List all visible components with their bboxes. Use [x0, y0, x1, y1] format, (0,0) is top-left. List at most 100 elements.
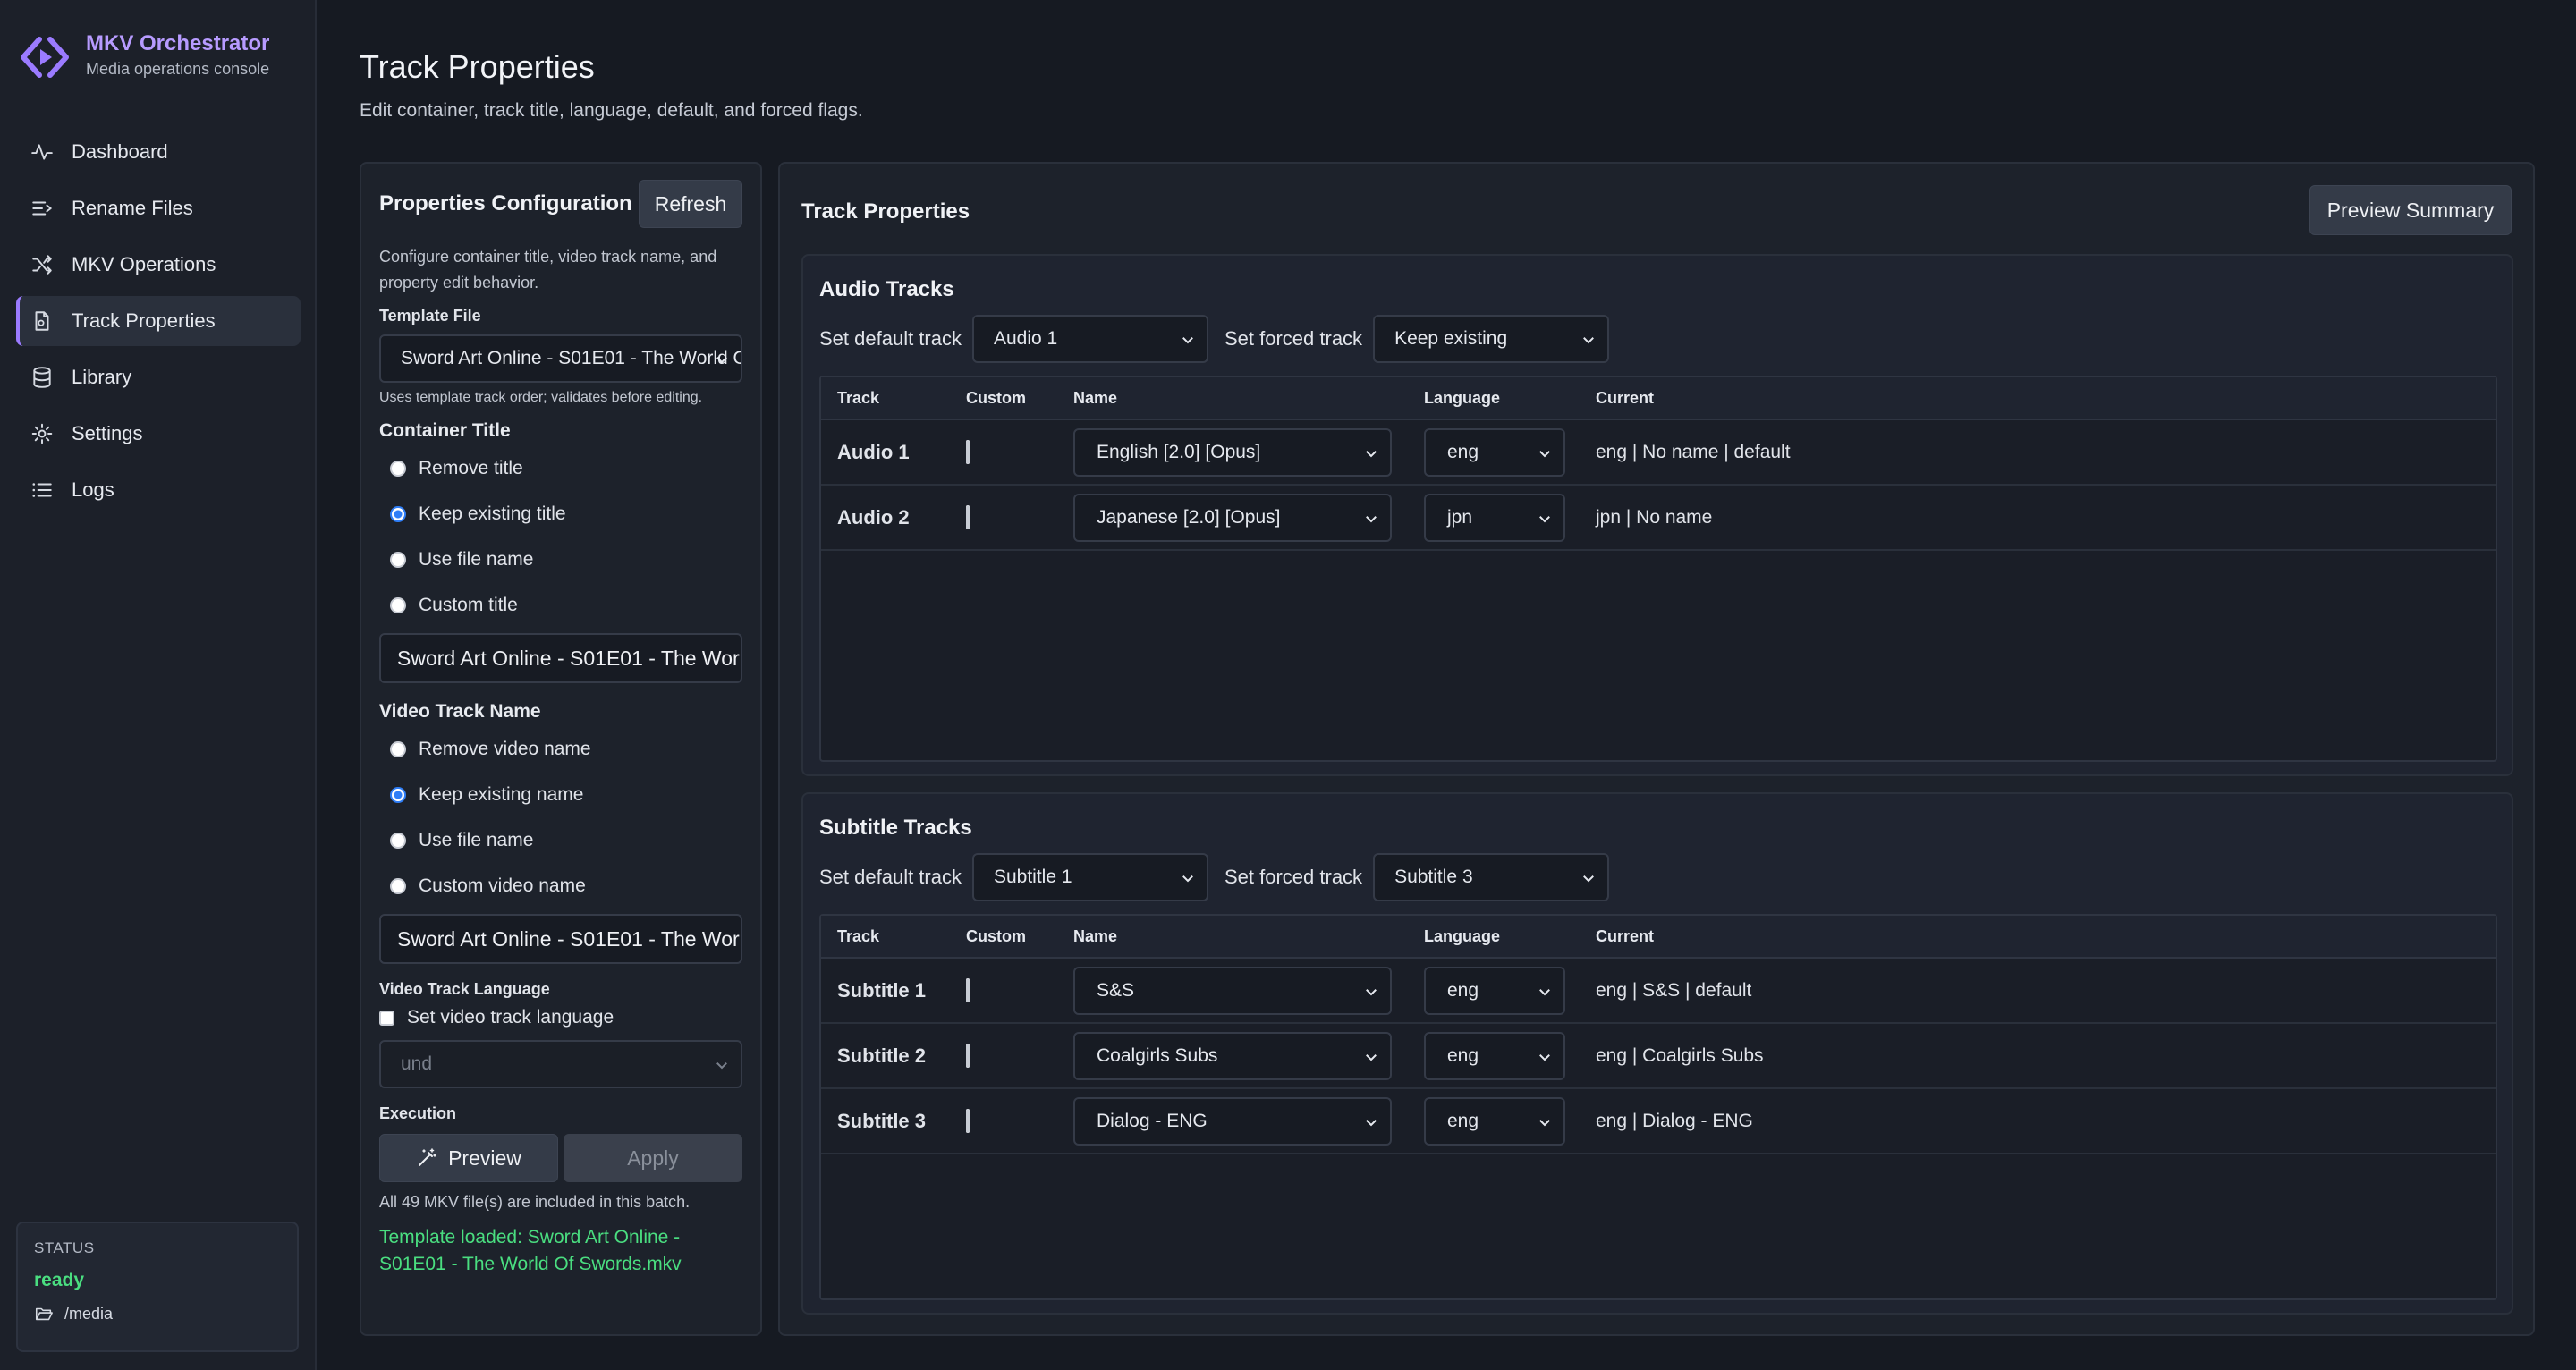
video-track-name-label: Video Track Name: [379, 701, 541, 722]
brand: MKV Orchestrator Media operations consol…: [20, 30, 269, 82]
track-language-select[interactable]: eng: [1424, 427, 1565, 477]
audio-tracks-table: Track Custom Name Language Current Audio…: [819, 376, 2497, 762]
radio-remove-title[interactable]: Remove title: [379, 445, 742, 491]
track-id: Audio 2: [837, 505, 910, 529]
track-language-select[interactable]: eng: [1424, 1096, 1565, 1146]
sidebar-item-label: Dashboard: [72, 140, 168, 163]
file-settings-icon: [35, 311, 49, 331]
sidebar-item-rename-files[interactable]: Rename Files: [16, 183, 301, 233]
radio-button[interactable]: [390, 596, 406, 613]
table-header: Track Custom Name Language Current: [821, 377, 2496, 420]
radio-keep-existing-title[interactable]: Keep existing title: [379, 491, 742, 537]
table-row: Subtitle 3 Dialog - ENG eng eng | Dialog…: [821, 1089, 2496, 1154]
track-properties-title: Track Properties: [801, 199, 970, 224]
radio-keep-existing-name[interactable]: Keep existing name: [379, 772, 742, 817]
radio-button[interactable]: [390, 460, 406, 477]
rename-list-icon: [32, 201, 52, 216]
magic-wand-icon: [419, 1148, 436, 1166]
subtitle-forced-track-select[interactable]: Subtitle 3: [1373, 853, 1610, 901]
page-title: Track Properties: [360, 48, 595, 85]
table-header: Track Custom Name Language Current: [821, 916, 2496, 959]
refresh-button[interactable]: Refresh: [639, 180, 742, 228]
radio-custom-title[interactable]: Custom title: [379, 582, 742, 628]
track-name-select[interactable]: Dialog - ENG: [1073, 1096, 1392, 1146]
audio-default-track-select[interactable]: Audio 1: [971, 315, 1208, 363]
custom-checkbox[interactable]: [966, 1108, 970, 1133]
sidebar-item-track-properties[interactable]: Track Properties: [16, 296, 301, 346]
radio-button-selected[interactable]: [390, 505, 406, 522]
track-current: eng | S&S | default: [1596, 979, 1752, 1001]
apply-button[interactable]: Apply: [564, 1134, 742, 1182]
radio-button[interactable]: [390, 832, 406, 849]
template-loaded-message: Template loaded: Sword Art Online - S01E…: [379, 1227, 682, 1274]
radio-button-selected[interactable]: [390, 786, 406, 803]
track-id: Subtitle 3: [837, 1109, 927, 1132]
track-language-select[interactable]: jpn: [1424, 493, 1565, 542]
custom-video-name-input[interactable]: Sword Art Online - S01E01 - The World Of…: [379, 914, 742, 964]
track-language-select[interactable]: eng: [1424, 966, 1565, 1015]
template-file-select[interactable]: Sword Art Online - S01E01 - The World Of…: [379, 334, 742, 383]
sidebar-item-label: Logs: [72, 478, 114, 501]
custom-checkbox[interactable]: [966, 1043, 970, 1068]
folder-open-icon: [35, 1307, 53, 1321]
chevron-down-icon: [1366, 450, 1377, 457]
audio-forced-track-select[interactable]: Keep existing: [1373, 315, 1610, 363]
sidebar-item-mkv-operations[interactable]: MKV Operations: [16, 240, 301, 290]
chevron-down-icon: [1366, 515, 1377, 522]
database-icon: [33, 367, 51, 388]
video-language-select[interactable]: und: [379, 1040, 742, 1088]
track-language-select[interactable]: eng: [1424, 1031, 1565, 1080]
sidebar-item-settings[interactable]: Settings: [16, 409, 301, 459]
radio-use-file-name[interactable]: Use file name: [379, 537, 742, 582]
custom-checkbox[interactable]: [966, 977, 970, 1002]
track-current: jpn | No name: [1596, 506, 1713, 528]
track-name-select[interactable]: Coalgirls Subs: [1073, 1031, 1392, 1080]
radio-video-use-file-name[interactable]: Use file name: [379, 817, 742, 863]
set-video-language-checkbox[interactable]: [379, 1010, 394, 1026]
sidebar-item-label: Rename Files: [72, 197, 193, 219]
media-path: /media: [34, 1304, 281, 1323]
radio-button[interactable]: [390, 551, 406, 568]
chevron-down-icon: [1583, 875, 1595, 883]
sidebar-item-library[interactable]: Library: [16, 352, 301, 402]
status-label: STATUS: [34, 1239, 95, 1256]
track-name-select[interactable]: Japanese [2.0] [Opus]: [1073, 493, 1392, 542]
status-panel: STATUS ready /media: [16, 1222, 299, 1352]
track-id: Subtitle 2: [837, 1044, 927, 1067]
radio-button[interactable]: [390, 877, 406, 894]
subtitle-default-track-select[interactable]: Subtitle 1: [971, 853, 1208, 901]
chevron-down-icon: [716, 357, 727, 364]
preview-summary-button[interactable]: Preview Summary: [2309, 185, 2512, 235]
template-file-value: Sword Art Online - S01E01 - The World Of…: [401, 348, 741, 368]
custom-checkbox[interactable]: [966, 439, 970, 464]
table-row: Subtitle 2 Coalgirls Subs eng eng | Coal…: [821, 1024, 2496, 1089]
sidebar-item-label: Track Properties: [72, 309, 216, 332]
custom-title-input[interactable]: Sword Art Online - S01E01 - The World Of…: [379, 633, 742, 683]
sidebar-item-logs[interactable]: Logs: [16, 465, 301, 515]
table-row: Subtitle 1 S&S eng eng | S&S | default: [821, 959, 2496, 1024]
chevron-down-icon: [716, 1062, 727, 1070]
track-name-select[interactable]: S&S: [1073, 966, 1392, 1015]
chevron-down-icon: [1539, 988, 1550, 995]
chevron-down-icon: [1182, 875, 1193, 883]
video-track-language-label: Video Track Language: [379, 980, 550, 998]
chevron-down-icon: [1182, 337, 1193, 344]
track-name-select[interactable]: English [2.0] [Opus]: [1073, 427, 1392, 477]
table-row: Audio 1 English [2.0] [Opus] eng eng | N…: [821, 420, 2496, 486]
config-description: Configure container title, video track n…: [379, 248, 717, 292]
chevron-down-icon: [1539, 515, 1550, 522]
preview-button[interactable]: Preview: [379, 1134, 558, 1182]
activity-icon: [31, 144, 53, 160]
custom-checkbox[interactable]: [966, 504, 970, 529]
page-subtitle: Edit container, track title, language, d…: [360, 100, 863, 121]
radio-custom-video-name[interactable]: Custom video name: [379, 863, 742, 909]
app-title: MKV Orchestrator: [86, 31, 270, 55]
set-video-language-checkbox-row[interactable]: Set video track language: [379, 999, 742, 1036]
radio-button[interactable]: [390, 740, 406, 757]
status-value: ready: [34, 1270, 85, 1290]
sidebar-item-dashboard[interactable]: Dashboard: [16, 127, 301, 177]
radio-remove-video-name[interactable]: Remove video name: [379, 726, 742, 772]
chevron-down-icon: [1583, 337, 1595, 344]
media-path-text: /media: [64, 1304, 114, 1323]
template-file-label: Template File: [379, 307, 481, 325]
